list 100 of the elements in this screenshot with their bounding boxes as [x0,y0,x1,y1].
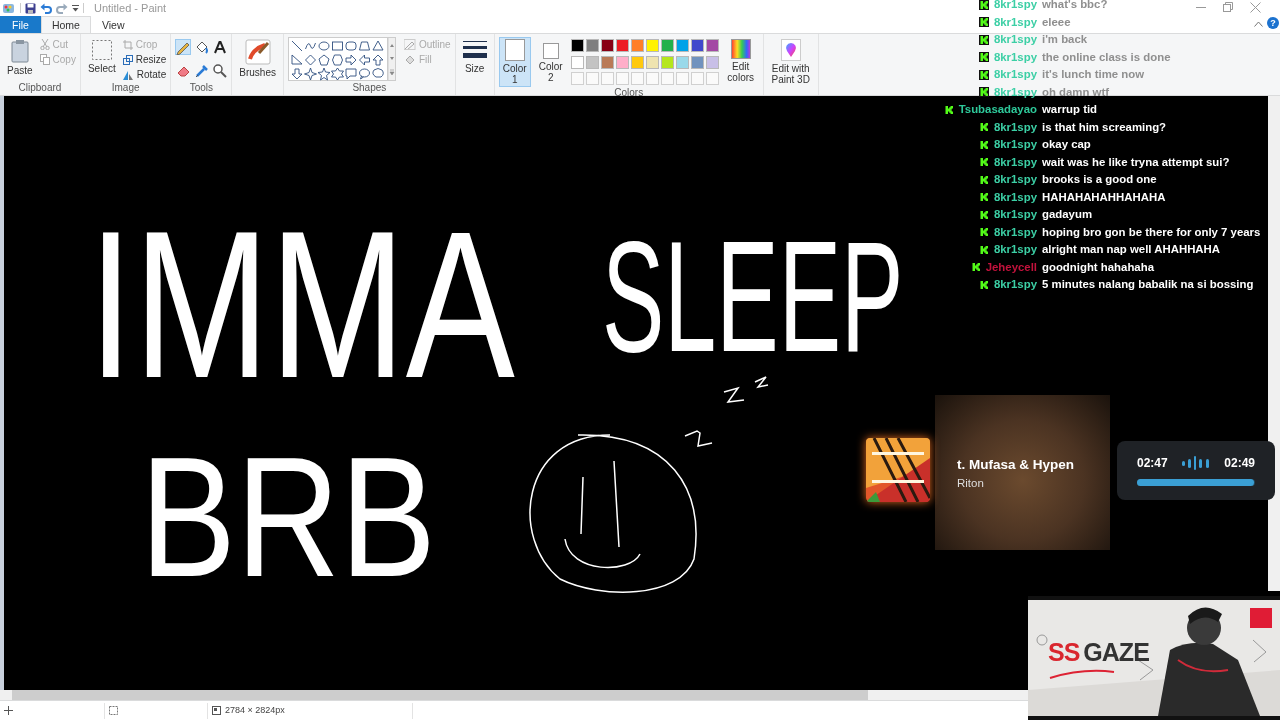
custom-color-slot[interactable] [615,72,629,86]
group-label: Clipboard [17,82,63,95]
chat-message: goodnight hahahaha [1042,259,1154,275]
custom-color-slot[interactable] [600,72,614,86]
chat-message: gadayum [1042,207,1092,223]
group-label: Tools [188,82,214,95]
color-2-button[interactable]: Color 2 [534,37,567,87]
color-swatch[interactable] [645,55,659,69]
color-swatch[interactable] [690,39,704,52]
chat-username: 8kr1spy [993,0,1037,13]
select-button[interactable]: Select [84,37,119,82]
color-swatch[interactable] [600,39,614,52]
kick-icon [978,174,989,185]
color-swatch[interactable] [690,55,704,69]
chat-username: 8kr1spy [993,242,1037,258]
color-swatch[interactable] [600,55,614,69]
color-swatch[interactable] [705,55,719,69]
color-swatch[interactable] [615,55,629,69]
pencil-tool[interactable] [175,39,192,55]
chat-message: i'm back [1042,32,1088,48]
image-dimensions: 2784 × 2824px [225,703,285,717]
chat-username: 8kr1spy [993,119,1037,135]
save-icon[interactable] [25,2,36,14]
ribbon-tab[interactable]: Home [40,16,91,33]
brush-icon [244,39,271,65]
paint-3d-button[interactable]: Edit with Paint 3D [767,37,814,87]
paste-button[interactable]: Paste [4,37,36,82]
redo-icon[interactable] [56,2,68,14]
chat-username: 8kr1spy [993,207,1037,223]
banner-title: SS [1048,640,1080,665]
image-size-icon [212,706,221,715]
chat-username: 8kr1spy [993,67,1037,83]
custom-color-slot[interactable] [705,72,719,86]
color-swatch[interactable] [585,55,599,69]
color-1-button[interactable]: Color 1 [498,37,531,87]
kick-icon [978,192,989,203]
shape-gallery[interactable] [288,37,388,81]
custom-color-slot[interactable] [675,72,689,86]
custom-color-slot[interactable] [630,72,644,86]
chat-message: what's bbc? [1042,0,1108,13]
chat-message: oh damn wtf [1042,84,1110,100]
color-swatch[interactable] [660,55,674,69]
kick-icon [978,17,989,28]
vertical-scrollbar[interactable] [1268,96,1280,591]
color-swatch[interactable] [570,39,584,52]
banner-title: GAZE [1083,640,1149,665]
custom-color-slot[interactable] [690,72,704,86]
kick-icon [970,262,981,273]
line-size-icon [462,39,487,61]
color-swatch[interactable] [630,55,644,69]
color-swatch[interactable] [630,39,644,52]
color-swatch[interactable] [570,55,584,69]
custom-color-slot[interactable] [585,72,599,86]
paint-app-icon [2,2,16,14]
selection-size-icon [109,706,118,715]
song-title: t. Mufasa & Hypen [957,456,1075,474]
swatch-icon [542,43,559,59]
restore-icon[interactable] [1223,1,1233,13]
help-button[interactable]: ? [1267,17,1279,29]
color-swatch[interactable] [675,55,689,69]
kick-icon [978,244,989,255]
close-icon[interactable] [1250,1,1261,13]
undo-icon[interactable] [40,2,52,14]
ribbon-tab[interactable]: View [90,16,136,33]
custom-color-slot[interactable] [660,72,674,86]
rotate-icon [122,69,134,80]
swatch-icon [504,39,525,61]
kick-icon [978,209,989,220]
fill-icon [404,54,416,65]
custom-color-slot[interactable] [570,72,584,86]
custom-color-slot[interactable] [645,72,659,86]
selection-icon [90,39,113,61]
resize-button[interactable]: Resize [122,52,167,67]
rotate-button[interactable]: Rotate [122,67,167,82]
collapse-ribbon-icon[interactable] [1254,21,1263,27]
color-swatch[interactable] [585,39,599,52]
gallery-scroll-icon[interactable] [388,37,396,81]
kick-icon [978,52,989,63]
scissors-icon [39,39,50,50]
chat-username: Jeheycell [985,259,1037,275]
chat-username: 8kr1spy [993,277,1037,293]
brushes-button[interactable]: Brushes [236,37,279,82]
kick-icon [943,104,954,115]
group-label: Image [110,82,141,95]
color-swatch[interactable] [615,39,629,52]
horizontal-scrollbar[interactable] [12,690,868,700]
picker-tool[interactable] [193,62,210,79]
magnifier-tool[interactable] [211,62,228,79]
text-tool[interactable] [211,39,228,55]
edit-colors-button[interactable]: Edit colors [722,37,759,87]
color-swatch[interactable] [645,39,659,52]
chat-message: it's lunch time now [1042,67,1145,83]
dropdown-icon[interactable] [72,4,79,12]
color-swatch[interactable] [705,39,719,52]
file-menu[interactable]: File [0,16,41,33]
color-swatch[interactable] [675,39,689,52]
color-swatch[interactable] [660,39,674,52]
kick-icon [978,139,989,150]
size-button[interactable]: Size [459,37,490,82]
kick-icon [978,87,989,98]
